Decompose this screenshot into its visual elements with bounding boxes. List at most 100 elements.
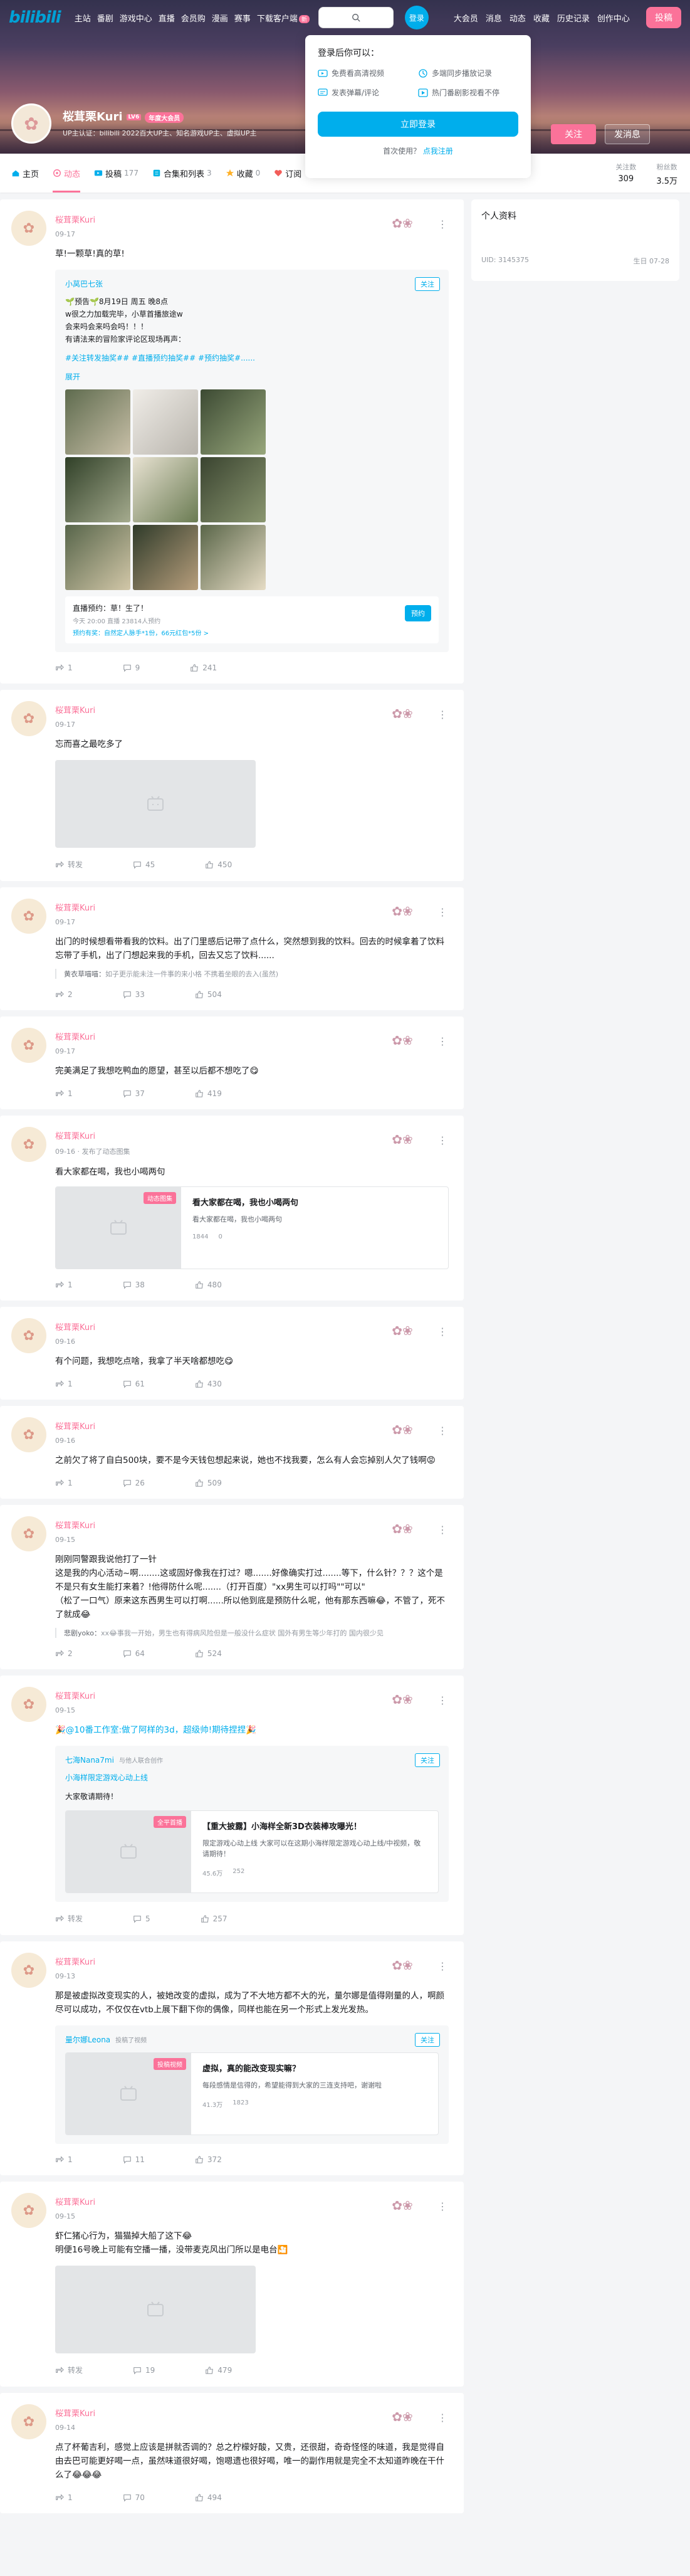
grid-image[interactable]: [133, 457, 198, 522]
forward-button[interactable]: 1: [55, 663, 73, 672]
comment-button[interactable]: 26: [123, 1479, 145, 1487]
tab-favorites[interactable]: 收藏 0: [226, 154, 260, 193]
forward-button[interactable]: 1: [55, 2493, 73, 2502]
grid-image[interactable]: [201, 525, 266, 590]
post-image[interactable]: [55, 760, 256, 848]
like-button[interactable]: 494: [195, 2493, 222, 2502]
more-menu-icon[interactable]: ⋮: [437, 2412, 447, 2424]
forward-button[interactable]: 1: [55, 1479, 73, 1487]
stat-following[interactable]: 关注数 309: [615, 162, 636, 186]
comment-button[interactable]: 5: [133, 1914, 150, 1923]
like-button[interactable]: 257: [201, 1914, 227, 1923]
forward-button[interactable]: 转发: [55, 859, 83, 870]
tab-home[interactable]: 主页: [11, 154, 39, 193]
login-avatar-button[interactable]: 登录: [404, 6, 429, 29]
avatar[interactable]: ✿: [11, 2193, 46, 2228]
avatar[interactable]: ✿: [11, 1516, 46, 1551]
more-menu-icon[interactable]: ⋮: [437, 1425, 447, 1437]
login-now-button[interactable]: 立即登录: [318, 112, 518, 137]
forwarded-post[interactable]: 小莴巴七张 关注 🌱预告🌱8月19日 周五 晚8点 w很之力加载完毕，小草首播旅…: [55, 270, 449, 652]
bilibili-logo[interactable]: bilibili: [9, 8, 61, 27]
comment-button[interactable]: 38: [123, 1280, 145, 1289]
grid-image[interactable]: [65, 525, 130, 590]
nav-history[interactable]: 历史记录: [557, 12, 590, 24]
forward-follow-button[interactable]: 关注: [415, 2033, 440, 2047]
forward-author[interactable]: 七海Nana7mi: [65, 1756, 114, 1765]
avatar[interactable]: ✿: [11, 899, 46, 934]
nav-live[interactable]: 直播: [159, 12, 175, 24]
more-menu-icon[interactable]: ⋮: [437, 1035, 447, 1047]
comment-button[interactable]: 45: [133, 860, 155, 869]
avatar[interactable]: ✿: [11, 2404, 46, 2439]
grid-image[interactable]: [65, 457, 130, 522]
more-menu-icon[interactable]: ⋮: [437, 1694, 447, 1706]
tab-collections[interactable]: 合集和列表 3: [152, 154, 212, 193]
follow-button[interactable]: 关注: [551, 124, 596, 144]
expand-link[interactable]: 展开: [65, 371, 439, 383]
more-menu-icon[interactable]: ⋮: [437, 906, 447, 918]
nav-vip[interactable]: 大会员: [454, 12, 478, 24]
nav-download-client[interactable]: 下载客户端新: [257, 12, 310, 24]
like-button[interactable]: 524: [195, 1649, 222, 1658]
nav-favorites[interactable]: 收藏: [533, 12, 550, 24]
more-menu-icon[interactable]: ⋮: [437, 2200, 447, 2212]
avatar[interactable]: ✿: [11, 1318, 46, 1353]
forward-author[interactable]: 量尔娜Leona: [65, 2035, 110, 2044]
forward-button[interactable]: 1: [55, 1380, 73, 1388]
comment-button[interactable]: 11: [123, 2155, 145, 2164]
forward-button[interactable]: 1: [55, 1089, 73, 1098]
search-button[interactable]: [318, 7, 394, 28]
more-menu-icon[interactable]: ⋮: [437, 709, 447, 721]
like-button[interactable]: 479: [205, 2366, 232, 2375]
tab-dynamics[interactable]: 动态: [53, 154, 81, 193]
hot-comment[interactable]: 悲剧yoko：xx😂事我一开始，男生也有得病风险但是一般没什么症状 国外有男生等…: [55, 1628, 449, 1638]
tab-subscriptions[interactable]: 订阅: [274, 154, 301, 193]
video-card[interactable]: 全平首播 【重大披露】小海样全新3D衣装棒攻曝光！ 限定游戏心动上线 大家可以在…: [65, 1810, 439, 1893]
more-menu-icon[interactable]: ⋮: [437, 1134, 447, 1146]
nav-dynamics[interactable]: 动态: [510, 12, 526, 24]
hot-comment[interactable]: 黄衣草喵喵：如子更示能未注一件事的来小格 不携着坐眼的去入(虽然): [55, 969, 449, 979]
stat-followers[interactable]: 粉丝数 3.5万: [656, 162, 677, 186]
avatar[interactable]: ✿: [11, 701, 46, 736]
comment-button[interactable]: 61: [123, 1380, 145, 1388]
live-prize-link[interactable]: 预约有奖：自然定人脉手*1份，66元红包*5份 >: [73, 628, 431, 637]
like-button[interactable]: 480: [195, 1280, 222, 1289]
nav-game-center[interactable]: 游戏中心: [120, 12, 152, 24]
message-button[interactable]: 发消息: [605, 124, 650, 144]
comment-button[interactable]: 64: [123, 1649, 145, 1658]
forward-author[interactable]: 小莴巴七张: [65, 280, 103, 288]
video-card[interactable]: 投稿视频 虚拟，真的能改变现实嘛？ 每段感情是信得的，希望能得到大家的三连支持吧…: [65, 2052, 439, 2135]
nav-messages[interactable]: 消息: [486, 12, 502, 24]
forward-button[interactable]: 1: [55, 1280, 73, 1289]
forward-button[interactable]: 1: [55, 2155, 73, 2164]
profile-avatar[interactable]: ✿: [11, 103, 51, 144]
reserve-button[interactable]: 预约: [405, 605, 431, 621]
avatar[interactable]: ✿: [11, 1953, 46, 1988]
album-card[interactable]: 动态图集 看大家都在喝，我也小喝两句 看大家都在喝，我也小喝两句 1844 0: [55, 1186, 449, 1269]
comment-button[interactable]: 9: [123, 663, 140, 672]
comment-button[interactable]: 37: [123, 1089, 145, 1098]
grid-image[interactable]: [201, 389, 266, 455]
grid-image[interactable]: [133, 389, 198, 455]
forward-button[interactable]: 转发: [55, 2365, 83, 2375]
like-button[interactable]: 430: [195, 1380, 222, 1388]
forwarded-post[interactable]: 量尔娜Leona 投稿了视频 关注 投稿视频 虚拟，真的能改变现实嘛？ 每段感情是…: [55, 2025, 449, 2144]
upload-button[interactable]: 投稿: [646, 7, 681, 28]
like-button[interactable]: 241: [190, 663, 217, 672]
forward-follow-button[interactable]: 关注: [415, 277, 440, 291]
forward-button[interactable]: 转发: [55, 1913, 83, 1924]
like-button[interactable]: 419: [195, 1089, 222, 1098]
nav-esports[interactable]: 赛事: [234, 12, 251, 24]
like-button[interactable]: 372: [195, 2155, 222, 2164]
forward-tags[interactable]: #关注转发抽奖## #直播预约抽奖## #预约抽奖#......: [65, 352, 439, 364]
comment-button[interactable]: 70: [123, 2493, 145, 2502]
avatar[interactable]: ✿: [11, 1417, 46, 1452]
grid-image[interactable]: [133, 525, 198, 590]
avatar[interactable]: ✿: [11, 1687, 46, 1722]
more-menu-icon[interactable]: ⋮: [437, 1960, 447, 1972]
tab-uploads[interactable]: 投稿 177: [94, 154, 139, 193]
like-button[interactable]: 509: [195, 1479, 222, 1487]
nav-mall[interactable]: 会员购: [181, 12, 206, 24]
forward-follow-button[interactable]: 关注: [415, 1753, 440, 1767]
more-menu-icon[interactable]: ⋮: [437, 1524, 447, 1536]
